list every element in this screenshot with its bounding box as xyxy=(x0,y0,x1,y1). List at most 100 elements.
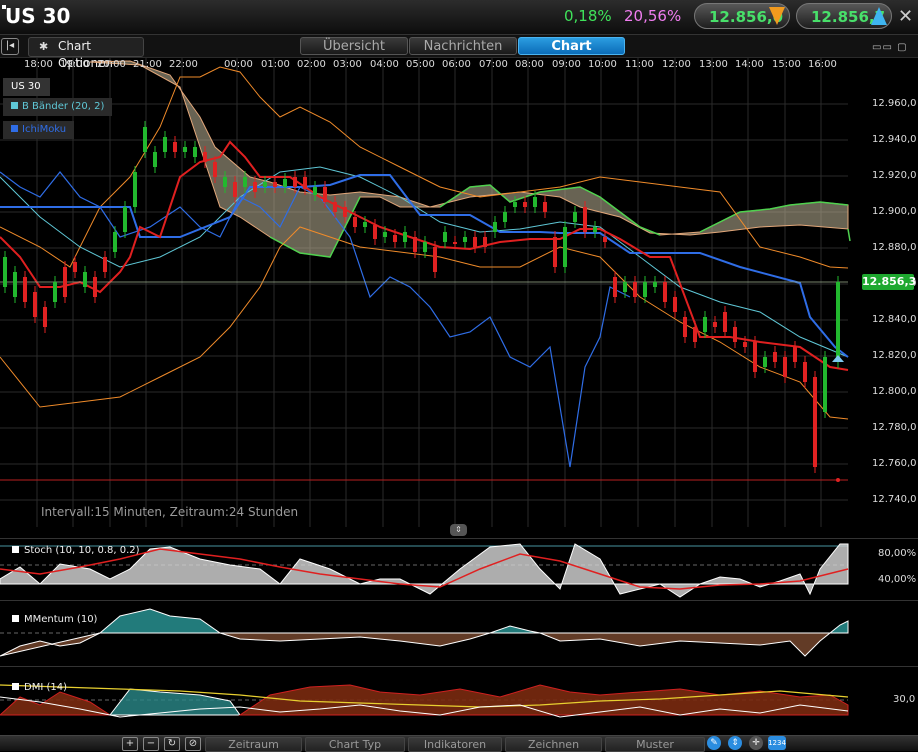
dmi-panel[interactable]: DMI (14) 30,0 xyxy=(0,666,918,735)
x-axis-label: 15:00 xyxy=(772,59,801,70)
y-axis-label: 12.880,0 xyxy=(872,242,917,253)
candle-body xyxy=(693,327,697,342)
candle-body xyxy=(23,277,27,302)
gear-icon: ✱ xyxy=(39,40,49,53)
candle-body xyxy=(163,137,167,152)
candle-body xyxy=(473,237,477,247)
candle-body xyxy=(823,357,827,412)
candle-body xyxy=(513,202,517,207)
interval-info: Intervall:15 Minuten, Zeitraum:24 Stunde… xyxy=(41,505,299,519)
momentum-panel[interactable]: MMentum (10) xyxy=(0,600,918,665)
candle-body xyxy=(553,237,557,267)
x-axis-label: 03:00 xyxy=(333,59,362,70)
candle-body xyxy=(243,177,247,187)
x-axis-label: 21:00 xyxy=(133,59,162,70)
candle-body xyxy=(793,347,797,362)
dmi-title-label: DMI (14) xyxy=(24,682,67,693)
stoch-panel[interactable]: Stoch (10, 10, 0.8, 0.2) 80,00% 40,00% xyxy=(0,538,918,599)
candle-body xyxy=(593,227,597,232)
momentum-title[interactable]: MMentum (10) xyxy=(12,614,97,625)
legend-bollinger-label: B Bänder (20, 2) xyxy=(22,101,105,112)
sell-button[interactable]: 12.856,0 xyxy=(694,3,790,29)
x-axis-label: 09:00 xyxy=(552,59,581,70)
candle-body xyxy=(836,282,840,362)
instrument-title: US 30 xyxy=(5,4,71,28)
candle-body xyxy=(103,257,107,272)
close-icon[interactable]: ✕ xyxy=(898,6,913,27)
x-axis-label: 00:00 xyxy=(224,59,253,70)
candle-body xyxy=(443,232,447,242)
candle-body xyxy=(253,182,257,192)
candle-body xyxy=(753,342,757,372)
candle-body xyxy=(83,272,87,287)
x-axis-label: 11:00 xyxy=(625,59,654,70)
candle-body xyxy=(343,207,347,217)
stoch-title-label: Stoch (10, 10, 0.8, 0.2) xyxy=(24,545,140,556)
candle-body xyxy=(93,277,97,297)
candle-body xyxy=(283,179,287,187)
x-axis-label: 16:00 xyxy=(808,59,837,70)
price-chart[interactable]: US 30 B Bänder (20, 2) IchiMoku 18:00 19:… xyxy=(0,57,918,527)
chart-options-button[interactable]: ✱ Chart Optionen xyxy=(28,37,144,70)
candle-body xyxy=(713,322,717,327)
candle-body xyxy=(653,282,657,287)
legend-ichimoku[interactable]: IchiMoku xyxy=(3,121,75,139)
candle-body xyxy=(393,235,397,242)
x-axis-label: 01:00 xyxy=(261,59,290,70)
tab-chart[interactable]: Chart xyxy=(518,37,625,55)
candle-body xyxy=(643,282,647,297)
dmi-title[interactable]: DMI (14) xyxy=(12,682,67,693)
x-axis-label: 08:00 xyxy=(515,59,544,70)
stoch-level-80: 80,00% xyxy=(878,548,917,559)
legend-ichimoku-label: IchiMoku xyxy=(22,124,67,135)
legend-bollinger[interactable]: B Bänder (20, 2) xyxy=(3,98,113,116)
candle-body xyxy=(333,202,337,212)
candle-body xyxy=(603,237,607,242)
legend-swatch-bollinger xyxy=(11,102,18,109)
candle-body xyxy=(423,242,427,252)
buy-button[interactable]: 12.856,7 xyxy=(796,3,892,29)
reset-icon[interactable]: ⊘ xyxy=(185,737,201,751)
zoom-in-button[interactable]: + xyxy=(122,737,138,751)
candle-body xyxy=(113,232,117,252)
updown-icon[interactable]: ⇕ xyxy=(728,736,742,750)
candle-body xyxy=(33,292,37,317)
y-axis-label: 12.960,0 xyxy=(872,98,917,109)
low-price-marker xyxy=(836,478,840,482)
collapse-panel-button[interactable]: |◂ xyxy=(1,38,19,55)
price-chart-canvas xyxy=(0,57,851,527)
stoch-title[interactable]: Stoch (10, 10, 0.8, 0.2) xyxy=(12,545,140,556)
zoom-out-button[interactable]: − xyxy=(143,737,159,751)
crosshair-icon[interactable]: ✛ xyxy=(749,736,763,750)
y-axis-label: 12.800,0 xyxy=(872,386,917,397)
candle-body xyxy=(453,242,457,244)
candle-body xyxy=(723,312,727,332)
candle-body xyxy=(403,232,407,242)
candle-body xyxy=(733,327,737,342)
x-axis-label: 19:00 xyxy=(60,59,89,70)
candle-body xyxy=(663,282,667,302)
panel-splitter[interactable]: ⇕ xyxy=(450,524,467,536)
y-axis-label: 12.780,0 xyxy=(872,422,917,433)
candle-body xyxy=(503,212,507,222)
candle-body xyxy=(673,297,677,312)
pencil-icon[interactable]: ✎ xyxy=(707,736,721,750)
counter-badge[interactable]: 1234 xyxy=(768,736,786,750)
y-axis-label: 12.920,0 xyxy=(872,170,917,181)
candle-body xyxy=(303,177,307,189)
candle-body xyxy=(683,317,687,337)
tab-news[interactable]: Nachrichten xyxy=(409,37,517,55)
candle-body xyxy=(313,187,317,195)
tab-overview[interactable]: Übersicht xyxy=(300,37,408,55)
stoch-level-40: 40,00% xyxy=(878,574,917,585)
y-axis-label: 12.900,0 xyxy=(872,206,917,217)
candle-body xyxy=(743,342,747,347)
candle-body xyxy=(73,262,77,272)
y-axis-label: 12.760,0 xyxy=(872,458,917,469)
candle-body xyxy=(763,357,767,367)
x-axis-label: 05:00 xyxy=(406,59,435,70)
candle-body xyxy=(813,377,817,467)
refresh-icon[interactable]: ↻ xyxy=(164,737,180,751)
candle-body xyxy=(433,247,437,272)
window-controls[interactable]: ▭▭ ▢ xyxy=(872,42,908,53)
